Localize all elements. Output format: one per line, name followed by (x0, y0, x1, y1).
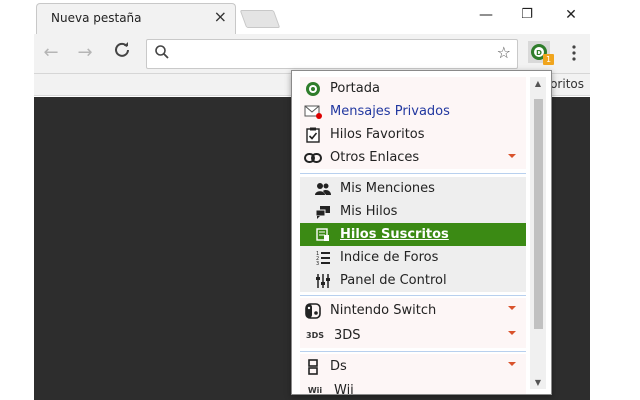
svg-text:D: D (536, 49, 542, 57)
forward-icon[interactable]: → (74, 42, 96, 64)
users-icon (314, 181, 332, 197)
ds-icon (304, 358, 322, 375)
home-logo-icon (304, 81, 322, 97)
menu-item-panel-de-control[interactable]: Panel de Control (300, 269, 526, 292)
expand-caret-icon[interactable] (508, 306, 516, 310)
reload-icon[interactable] (111, 42, 133, 64)
restore-icon[interactable]: ❐ (517, 6, 537, 24)
expand-caret-icon[interactable] (508, 154, 516, 158)
menu-item-label: Ds (330, 359, 347, 374)
address-bar[interactable]: ☆ (146, 39, 518, 69)
menu-item-mis-menciones[interactable]: Mis Menciones (300, 177, 526, 200)
menu-item-label: Mis Hilos (340, 204, 398, 219)
svg-text:3: 3 (316, 261, 319, 266)
menu-item-3ds[interactable]: 3DS 3DS (300, 323, 526, 348)
menu-item-portada[interactable]: Portada (300, 77, 526, 100)
menu-item-hilos-favoritos[interactable]: Hilos Favoritos (300, 123, 526, 146)
chat-bubbles-icon (314, 204, 332, 220)
extension-button[interactable]: D 1 (528, 41, 554, 65)
scroll-up-icon[interactable]: ▲ (533, 79, 543, 88)
new-tab-button[interactable] (239, 10, 281, 28)
menu-item-label: Nintendo Switch (330, 303, 437, 318)
menu-item-nintendo-switch[interactable]: Nintendo Switch (300, 298, 526, 323)
menu-item-label: 3DS (334, 328, 361, 343)
link-icon (304, 150, 322, 166)
menu-item-indice-de-foros[interactable]: 123 Indice de Foros (300, 246, 526, 269)
menu-item-label: Mis Menciones (340, 181, 435, 196)
envelope-icon (304, 104, 322, 120)
browser-toolbar: ← → ☆ D 1 (34, 34, 590, 74)
menu-item-hilos-suscritos[interactable]: Hilos Suscritos (300, 223, 526, 246)
menu-separator (300, 173, 526, 174)
menu-separator (300, 351, 526, 352)
menu-item-label: Mensajes Privados (330, 104, 450, 119)
bookmarks-folder-label[interactable]: oritos (550, 77, 584, 91)
menu-item-label: Otros Enlaces (330, 150, 420, 165)
menu-item-label: Portada (330, 81, 380, 96)
tab-new-tab[interactable]: Nueva pestaña × (36, 3, 236, 35)
extension-badge: 1 (543, 54, 554, 65)
menu-item-label: Wii (334, 383, 354, 395)
back-icon[interactable]: ← (40, 42, 62, 64)
menu-item-label: Indice de Foros (340, 250, 439, 265)
menu-item-otros-enlaces[interactable]: Otros Enlaces (300, 146, 526, 169)
minimize-icon[interactable]: — (476, 6, 496, 24)
bookmark-star-icon[interactable]: ☆ (497, 43, 511, 62)
tab-title: Nueva pestaña (51, 11, 142, 25)
menu-item-wii[interactable]: Wii Wii (300, 379, 526, 395)
browser-window: Nueva pestaña × — ❐ ✕ ← → ☆ D 1 oritos P… (0, 0, 640, 400)
menu-item-mensajes-privados[interactable]: Mensajes Privados (300, 100, 526, 123)
scroll-thumb[interactable] (534, 99, 543, 329)
scroll-down-icon[interactable]: ▼ (533, 378, 543, 387)
search-icon (155, 45, 169, 59)
switch-icon (304, 302, 322, 319)
3ds-logo-icon: 3DS (306, 331, 324, 340)
menu-separator (300, 295, 526, 296)
expand-caret-icon[interactable] (508, 331, 516, 335)
more-menu-icon[interactable] (571, 43, 577, 63)
sliders-icon (314, 273, 332, 289)
numbered-list-icon: 123 (314, 250, 332, 266)
menu-item-mis-hilos[interactable]: Mis Hilos (300, 200, 526, 223)
expand-caret-icon[interactable] (508, 362, 516, 366)
menu-item-label: Hilos Suscritos (340, 227, 449, 242)
clipboard-check-icon (304, 127, 322, 143)
wii-logo-icon: Wii (307, 386, 323, 395)
popup-menu: Portada Mensajes Privados Hilos Favorito… (300, 77, 526, 395)
menu-item-label: Panel de Control (340, 273, 447, 288)
bookmark-stack-icon (314, 227, 332, 243)
extension-popup: Portada Mensajes Privados Hilos Favorito… (291, 70, 552, 395)
close-window-icon[interactable]: ✕ (561, 6, 581, 24)
popup-scrollbar[interactable]: ▲ ▼ (530, 77, 546, 389)
tab-close-icon[interactable]: × (214, 8, 227, 26)
menu-item-ds[interactable]: Ds (300, 354, 526, 379)
menu-item-label: Hilos Favoritos (330, 127, 425, 142)
